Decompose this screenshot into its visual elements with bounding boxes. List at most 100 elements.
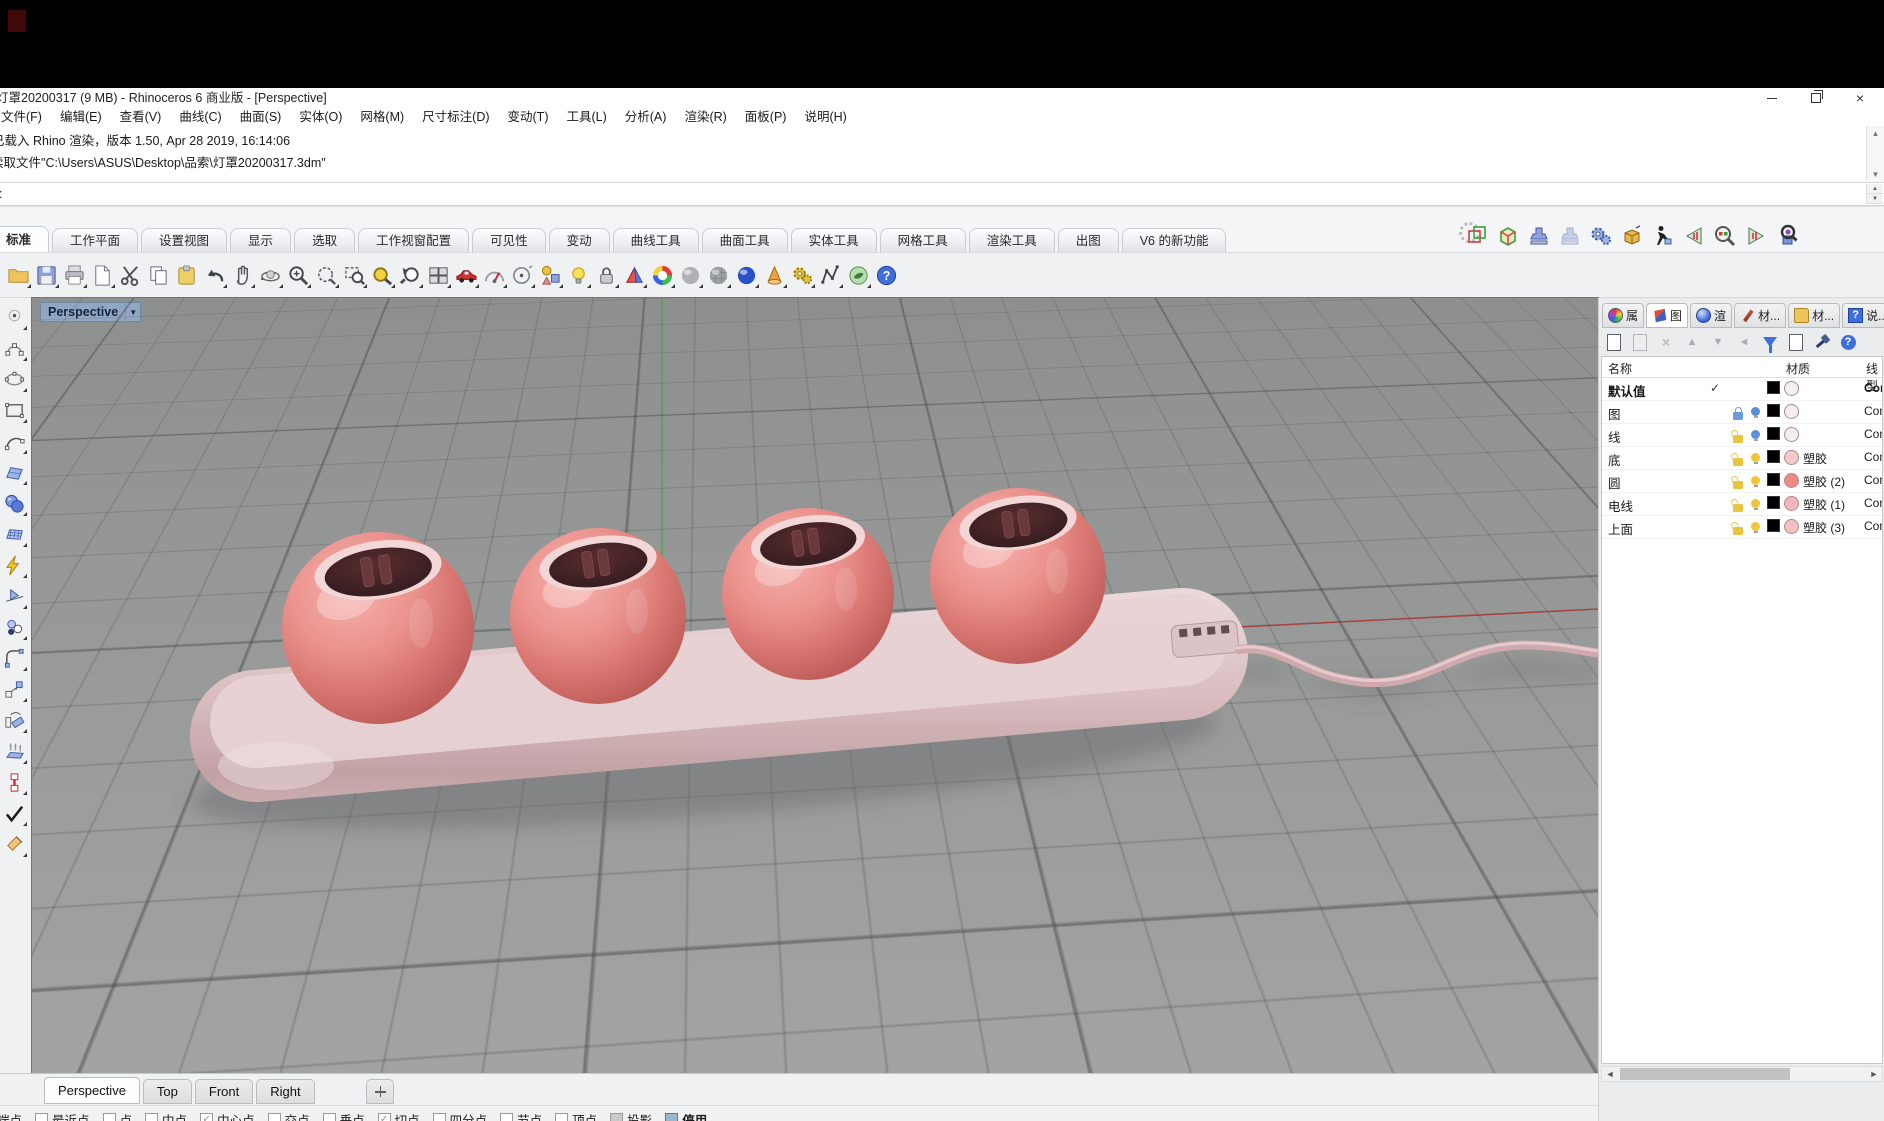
scroll-left-icon[interactable]: ◄ (1602, 1067, 1618, 1081)
command-spinner[interactable]: ▲ ▼ (1866, 184, 1883, 204)
osnap-toggle[interactable]: 顶点 (555, 1110, 597, 1121)
move-up-icon[interactable]: ▲ (1683, 333, 1701, 351)
zoom-icon[interactable] (285, 260, 312, 290)
toolbar-tab[interactable]: 渲染工具 (969, 228, 1055, 253)
surface-sheet-icon[interactable] (1, 457, 28, 487)
layer-name[interactable]: 线 (1608, 427, 1706, 446)
collapse-icon[interactable]: ◄ (1735, 333, 1753, 351)
fillet-icon[interactable] (1, 643, 28, 673)
osnap-toggle[interactable]: 垂点 (323, 1110, 365, 1121)
menu-item[interactable]: 文件(F) (0, 108, 51, 126)
osnap-toggle[interactable]: 最近点 (35, 1110, 90, 1121)
menu-item[interactable]: 网格(M) (351, 108, 413, 126)
toolbar-tab[interactable]: 出图 (1058, 228, 1119, 253)
layer-color-swatch[interactable] (1767, 381, 1780, 394)
tab-layers[interactable]: 图 (1646, 303, 1688, 328)
layer-name[interactable]: 底 (1608, 450, 1706, 469)
toolbar-tab[interactable]: 可见性 (472, 228, 546, 253)
save-icon[interactable] (33, 260, 60, 290)
menu-item[interactable]: 面板(P) (736, 108, 796, 126)
material-name[interactable]: 塑胶 (1803, 450, 1861, 467)
layer-row[interactable]: 图 Cont (1602, 401, 1882, 424)
toolbar-tab[interactable]: 网格工具 (880, 228, 966, 253)
viewport-tab[interactable]: Right (256, 1079, 314, 1104)
command-input[interactable]: 指令: ▲ ▼ (0, 182, 1884, 206)
checkbox[interactable] (145, 1113, 158, 1121)
minimize-icon[interactable] (1750, 88, 1794, 108)
osnap-toggle[interactable]: 切点 (378, 1110, 420, 1121)
toolbar-tab[interactable]: 工作视窗配置 (358, 228, 469, 253)
close-icon[interactable]: × (1838, 88, 1882, 108)
layer-color-swatch[interactable] (1767, 427, 1780, 440)
toolbar-tab[interactable]: 曲线工具 (613, 228, 699, 253)
layer-row[interactable]: 电线 塑胶 (1) Cont (1602, 493, 1882, 516)
viewport-tab[interactable]: Front (195, 1079, 253, 1104)
copy-icon[interactable] (145, 260, 172, 290)
command-history[interactable]: 已载入 Rhino 渲染，版本 1.50, Apr 28 2019, 16:14… (0, 126, 1884, 182)
gears-blue-icon[interactable] (1588, 223, 1614, 249)
layer-name[interactable]: 默认值 (1608, 381, 1706, 400)
layer-row[interactable]: 默认值 ✓ Con (1602, 378, 1882, 401)
search-box-icon[interactable] (1774, 223, 1800, 249)
spinner-up-icon[interactable]: ▲ (1867, 184, 1883, 194)
copy-layer-icon[interactable] (1631, 333, 1649, 351)
color-wheel-icon[interactable] (649, 260, 676, 290)
osnap-toggle[interactable]: 点 (103, 1110, 133, 1121)
layer-row[interactable]: 圆 塑胶 (2) Cont (1602, 470, 1882, 493)
toolbar-tab[interactable]: 选取 (294, 228, 355, 253)
scroll-right-icon[interactable]: ► (1866, 1067, 1882, 1081)
car-icon[interactable] (453, 260, 480, 290)
array-icon[interactable] (1, 767, 28, 797)
toolbar-tab[interactable]: 曲面工具 (702, 228, 788, 253)
osnap-toggle[interactable]: 投影 (610, 1110, 652, 1121)
cone-icon[interactable] (1, 829, 28, 859)
paste-icon[interactable] (173, 260, 200, 290)
layer-name[interactable]: 图 (1608, 404, 1706, 423)
spinner-down-icon[interactable]: ▼ (1867, 194, 1883, 204)
layer-name[interactable]: 上面 (1608, 519, 1706, 538)
rectangle-icon[interactable] (1, 395, 28, 425)
spheres-icon[interactable] (1, 488, 28, 518)
layer-linetype[interactable]: Cont (1864, 450, 1883, 464)
orbit-view-icon[interactable] (257, 260, 284, 290)
material-swatch[interactable] (1784, 496, 1799, 511)
check-icon[interactable] (1, 798, 28, 828)
material-name[interactable]: 塑胶 (3) (1803, 519, 1861, 536)
stamp-muted-icon[interactable] (1557, 223, 1583, 249)
open-folder-icon[interactable] (5, 260, 32, 290)
tab-properties[interactable]: 属 (1602, 303, 1644, 328)
point-icon[interactable] (1, 302, 28, 332)
viewport-grid-icon[interactable] (425, 260, 452, 290)
checkbox[interactable] (103, 1113, 116, 1121)
checkbox[interactable] (378, 1113, 391, 1121)
delete-layer-icon[interactable]: × (1657, 333, 1675, 351)
zoom-back-icon[interactable] (397, 260, 424, 290)
layer-linetype[interactable]: Cont (1864, 404, 1883, 418)
arc-icon[interactable] (1, 426, 28, 456)
menu-item[interactable]: 分析(A) (616, 108, 676, 126)
osnap-toggle[interactable]: 四分点 (433, 1110, 488, 1121)
checkbox[interactable] (35, 1113, 48, 1121)
display-mode-icon[interactable] (621, 260, 648, 290)
scroll-down-icon[interactable]: ▼ (1867, 167, 1884, 182)
material-swatch[interactable] (1784, 427, 1799, 442)
layer-color-swatch[interactable] (1767, 496, 1780, 509)
zoom-window-icon[interactable] (341, 260, 368, 290)
menu-item[interactable]: 查看(V) (111, 108, 171, 126)
analysis-gauge-icon[interactable] (481, 260, 508, 290)
polyline-icon[interactable] (817, 260, 844, 290)
osnap-toggle[interactable]: 中心点 (200, 1110, 255, 1121)
panel-horizontal-scrollbar[interactable]: ◄ ► (1601, 1066, 1883, 1082)
checkbox[interactable] (433, 1113, 446, 1121)
osnap-toggle[interactable]: 交点 (268, 1110, 310, 1121)
toolbar-tab[interactable]: 工作平面 (52, 228, 138, 253)
lightbulb-icon[interactable] (565, 260, 592, 290)
toolbar-tab[interactable]: 实体工具 (791, 228, 877, 253)
layer-color-swatch[interactable] (1767, 404, 1780, 417)
move-icon[interactable] (1, 674, 28, 704)
group-circles-icon[interactable] (1, 612, 28, 642)
rotate-cube-icon[interactable] (1464, 223, 1490, 249)
person-box-icon[interactable] (1650, 223, 1676, 249)
layer-color-swatch[interactable] (1767, 450, 1780, 463)
xray-sphere-icon[interactable] (705, 260, 732, 290)
